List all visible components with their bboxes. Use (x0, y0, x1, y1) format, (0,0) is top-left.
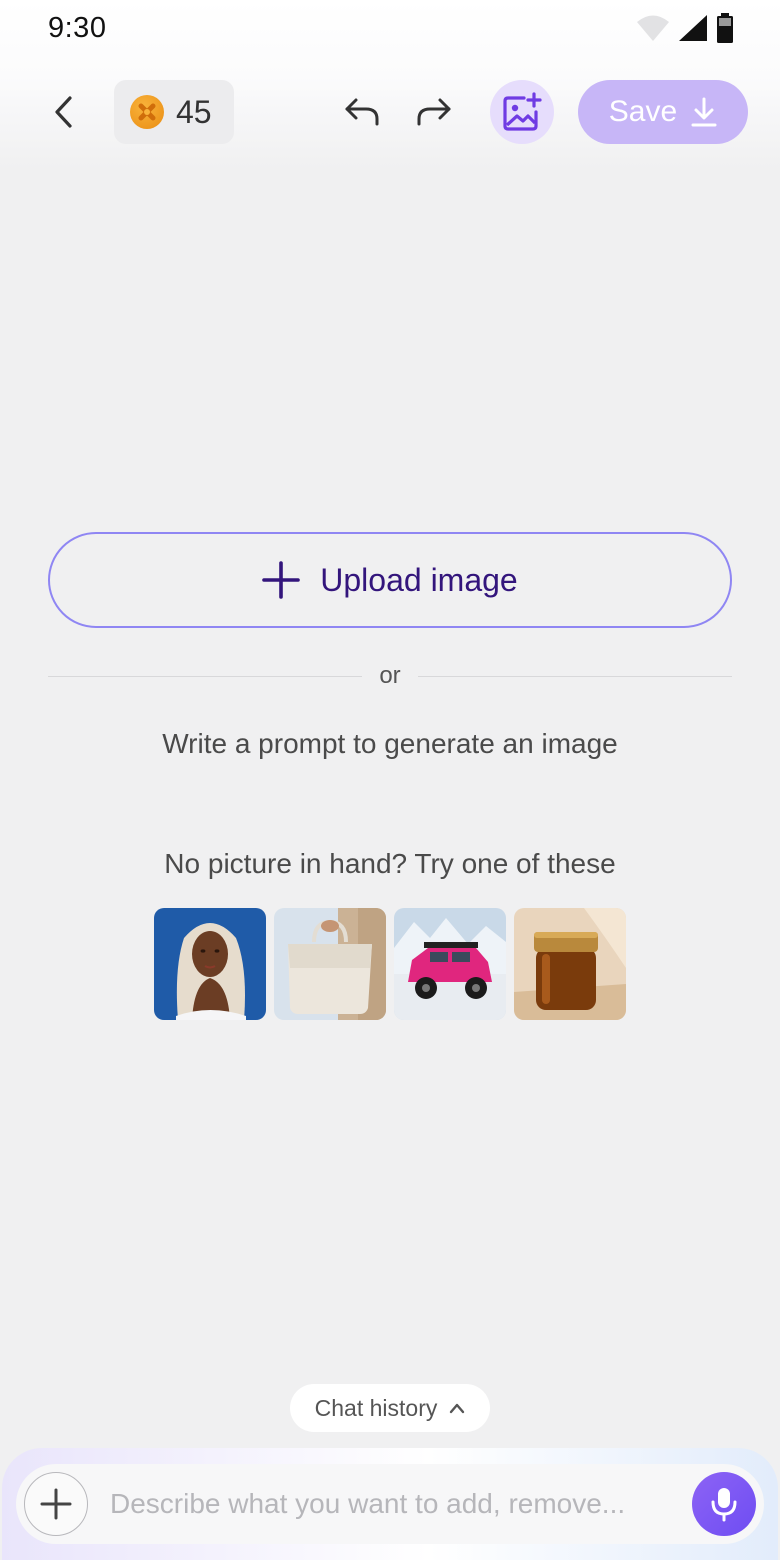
sample-image-portrait[interactable] (154, 908, 266, 1020)
attach-plus-button[interactable] (24, 1472, 88, 1536)
chat-history-label: Chat history (314, 1394, 438, 1421)
plus-icon (262, 561, 301, 599)
plus-icon (40, 1488, 72, 1520)
chevron-up-icon (450, 1403, 465, 1414)
upload-image-button[interactable]: Upload image (48, 532, 732, 628)
image-add-icon (503, 92, 542, 131)
status-time: 9:30 (48, 12, 107, 44)
or-divider-text: or (379, 662, 401, 689)
undo-icon (345, 98, 379, 126)
prompt-composer (16, 1464, 764, 1544)
credits-count: 45 (176, 93, 212, 130)
status-icons (636, 12, 734, 44)
save-button[interactable]: Save (578, 80, 748, 144)
chevron-left-icon (55, 96, 72, 128)
sample-image-amber-jar[interactable] (514, 908, 626, 1020)
toolbar: 45 Save (0, 78, 780, 146)
upload-image-label: Upload image (320, 561, 518, 598)
prompt-input[interactable] (110, 1478, 680, 1530)
save-label: Save (608, 95, 678, 128)
redo-button[interactable] (410, 88, 458, 136)
sample-images (154, 908, 626, 1020)
try-samples-text: No picture in hand? Try one of these (164, 848, 616, 879)
microphone-button[interactable] (692, 1472, 756, 1536)
redo-icon (417, 98, 451, 126)
battery-icon (717, 13, 733, 43)
undo-button[interactable] (338, 88, 386, 136)
credits-badge[interactable]: 45 (114, 80, 234, 144)
microphone-icon (711, 1488, 737, 1522)
add-image-button[interactable] (490, 80, 554, 144)
download-icon (691, 97, 717, 127)
divider-right (418, 676, 732, 677)
sample-image-handbag[interactable] (274, 908, 386, 1020)
status-bar: 9:30 (0, 0, 780, 56)
prompt-hint: Write a prompt to generate an image (162, 728, 618, 759)
wifi-icon (637, 15, 669, 41)
divider-left (48, 676, 362, 677)
back-button[interactable] (40, 88, 88, 136)
chat-history-button[interactable]: Chat history (290, 1384, 490, 1432)
coin-icon (130, 95, 164, 129)
signal-icon (679, 15, 707, 41)
sample-image-pink-jeep[interactable] (394, 908, 506, 1020)
